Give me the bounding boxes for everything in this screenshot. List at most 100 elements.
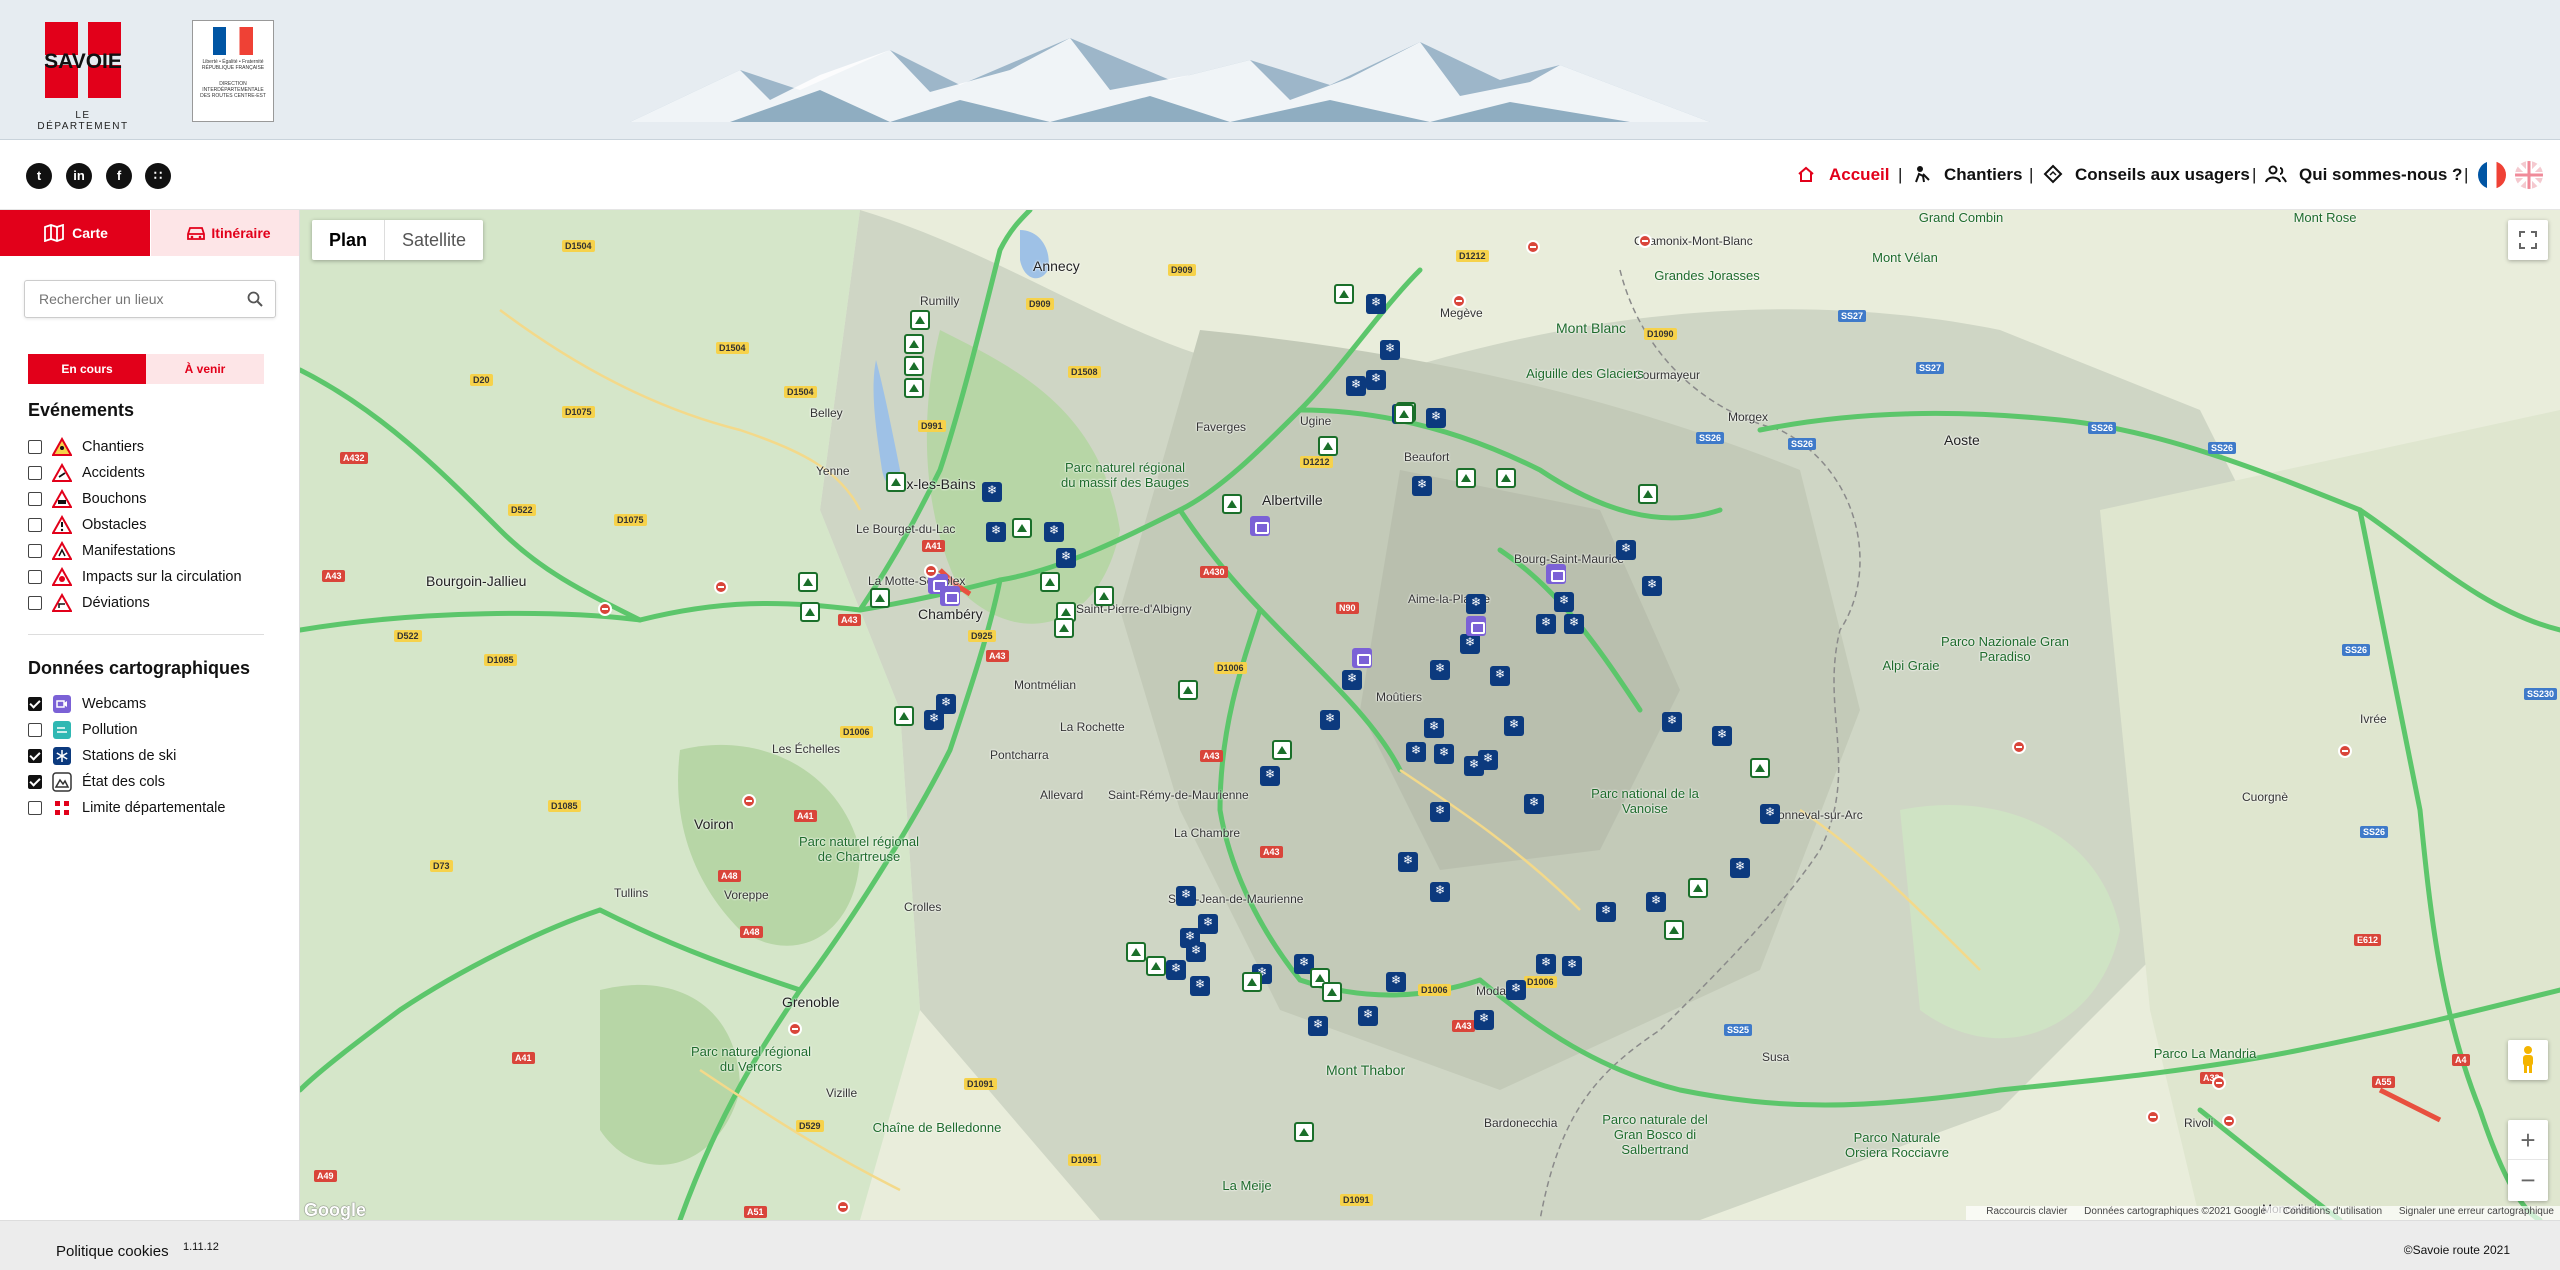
webcam-marker[interactable] [1546, 564, 1566, 584]
ski-station-marker[interactable] [1320, 710, 1340, 730]
ski-station-marker[interactable] [1490, 666, 1510, 686]
ski-station-marker[interactable] [924, 710, 944, 730]
ski-station-marker[interactable] [1662, 712, 1682, 732]
ski-station-marker[interactable] [1406, 742, 1426, 762]
linkedin-icon[interactable]: in [66, 163, 92, 189]
ski-station-marker[interactable] [1474, 1010, 1494, 1030]
mountain-pass-marker[interactable] [886, 472, 906, 492]
nav-conseils[interactable]: Conseils aux usagers [2075, 165, 2250, 185]
mountain-pass-marker[interactable] [1094, 586, 1114, 606]
ski-station-marker[interactable] [1596, 902, 1616, 922]
mountain-pass-marker[interactable] [1242, 972, 1262, 992]
ski-station-marker[interactable] [1426, 408, 1446, 428]
mountain-pass-marker[interactable] [1322, 982, 1342, 1002]
mountain-pass-marker[interactable] [904, 356, 924, 376]
ski-station-marker[interactable] [1434, 744, 1454, 764]
ski-station-marker[interactable] [1712, 726, 1732, 746]
incident-marker[interactable] [1452, 294, 1466, 308]
layer-limite[interactable]: Limite départementale [28, 797, 278, 819]
ski-station-marker[interactable] [1646, 892, 1666, 912]
incident-marker[interactable] [2222, 1114, 2236, 1128]
incident-marker[interactable] [1526, 240, 1540, 254]
google-logo[interactable]: Google [304, 1200, 366, 1220]
ski-station-marker[interactable] [1412, 476, 1432, 496]
mountain-pass-marker[interactable] [1294, 1122, 1314, 1142]
checkbox[interactable] [28, 570, 42, 584]
ski-station-marker[interactable] [1430, 660, 1450, 680]
report-error-link[interactable]: Signaler une erreur cartographique [2399, 1206, 2554, 1217]
ski-station-marker[interactable] [1760, 804, 1780, 824]
ski-station-marker[interactable] [982, 482, 1002, 502]
mountain-pass-marker[interactable] [1222, 494, 1242, 514]
mountain-pass-marker[interactable] [1496, 468, 1516, 488]
map-type-satellite-button[interactable]: Satellite [385, 220, 483, 260]
checkbox[interactable] [28, 749, 42, 763]
ski-station-marker[interactable] [1346, 376, 1366, 396]
mountain-pass-marker[interactable] [1012, 518, 1032, 538]
period-upcoming-button[interactable]: À venir [146, 354, 264, 384]
ski-station-marker[interactable] [1730, 858, 1750, 878]
mountain-pass-marker[interactable] [1334, 284, 1354, 304]
mountain-pass-marker[interactable] [870, 588, 890, 608]
ski-station-marker[interactable] [1260, 766, 1280, 786]
mountain-pass-marker[interactable] [904, 378, 924, 398]
mountain-pass-marker[interactable] [1688, 878, 1708, 898]
ski-station-marker[interactable] [1642, 576, 1662, 596]
checkbox[interactable] [28, 492, 42, 506]
ski-station-marker[interactable] [1198, 914, 1218, 934]
ski-station-marker[interactable] [1430, 802, 1450, 822]
mountain-pass-marker[interactable] [800, 602, 820, 622]
layer-webcams[interactable]: Webcams [28, 693, 278, 715]
layer-deviations[interactable]: Déviations [28, 592, 278, 614]
incident-marker[interactable] [714, 580, 728, 594]
layer-obstacles[interactable]: Obstacles [28, 514, 278, 536]
search-input[interactable] [25, 281, 235, 317]
facebook-icon[interactable]: f [106, 163, 132, 189]
mountain-pass-marker[interactable] [1318, 436, 1338, 456]
cookie-policy-link[interactable]: Politique cookies [56, 1243, 169, 1260]
ski-station-marker[interactable] [1564, 614, 1584, 634]
ski-station-marker[interactable] [1044, 522, 1064, 542]
french-flag-icon[interactable] [2478, 161, 2506, 189]
ski-station-marker[interactable] [1186, 942, 1206, 962]
mountain-pass-marker[interactable] [1664, 920, 1684, 940]
english-flag-icon[interactable] [2515, 161, 2543, 189]
mountain-pass-marker[interactable] [894, 706, 914, 726]
ski-station-marker[interactable] [1366, 370, 1386, 390]
ski-station-marker[interactable] [1554, 592, 1574, 612]
nav-accueil[interactable]: Accueil [1829, 165, 1889, 185]
ski-station-marker[interactable] [1616, 540, 1636, 560]
checkbox[interactable] [28, 775, 42, 789]
street-view-pegman[interactable] [2508, 1040, 2548, 1080]
layer-ski-stations[interactable]: Stations de ski [28, 745, 278, 767]
webcam-marker[interactable] [940, 586, 960, 606]
layer-bouchons[interactable]: Bouchons [28, 488, 278, 510]
ski-station-marker[interactable] [986, 522, 1006, 542]
webcam-marker[interactable] [1466, 616, 1486, 636]
ski-station-marker[interactable] [1176, 886, 1196, 906]
savoie-logo[interactable]: SAVOIE LE DÉPARTEMENT [28, 22, 138, 132]
period-current-button[interactable]: En cours [28, 354, 146, 384]
incident-marker[interactable] [2212, 1076, 2226, 1090]
incident-marker[interactable] [1638, 234, 1652, 248]
zoom-in-button[interactable]: + [2508, 1120, 2548, 1160]
mountain-pass-marker[interactable] [1272, 740, 1292, 760]
incident-marker[interactable] [598, 602, 612, 616]
mountain-pass-marker[interactable] [1040, 572, 1060, 592]
ski-station-marker[interactable] [1380, 340, 1400, 360]
layer-chantiers[interactable]: Chantiers [28, 436, 278, 458]
mountain-pass-marker[interactable] [798, 572, 818, 592]
ski-station-marker[interactable] [1504, 716, 1524, 736]
layer-accidents[interactable]: Accidents [28, 462, 278, 484]
ski-station-marker[interactable] [1190, 976, 1210, 996]
checkbox[interactable] [28, 518, 42, 532]
ski-station-marker[interactable] [1424, 718, 1444, 738]
checkbox[interactable] [28, 440, 42, 454]
ski-station-marker[interactable] [1386, 972, 1406, 992]
mountain-pass-marker[interactable] [1638, 484, 1658, 504]
ski-station-marker[interactable] [1358, 1006, 1378, 1026]
ski-station-marker[interactable] [1366, 294, 1386, 314]
twitter-icon[interactable]: t [26, 163, 52, 189]
ski-station-marker[interactable] [1506, 980, 1526, 1000]
map-type-plan-button[interactable]: Plan [312, 220, 386, 260]
